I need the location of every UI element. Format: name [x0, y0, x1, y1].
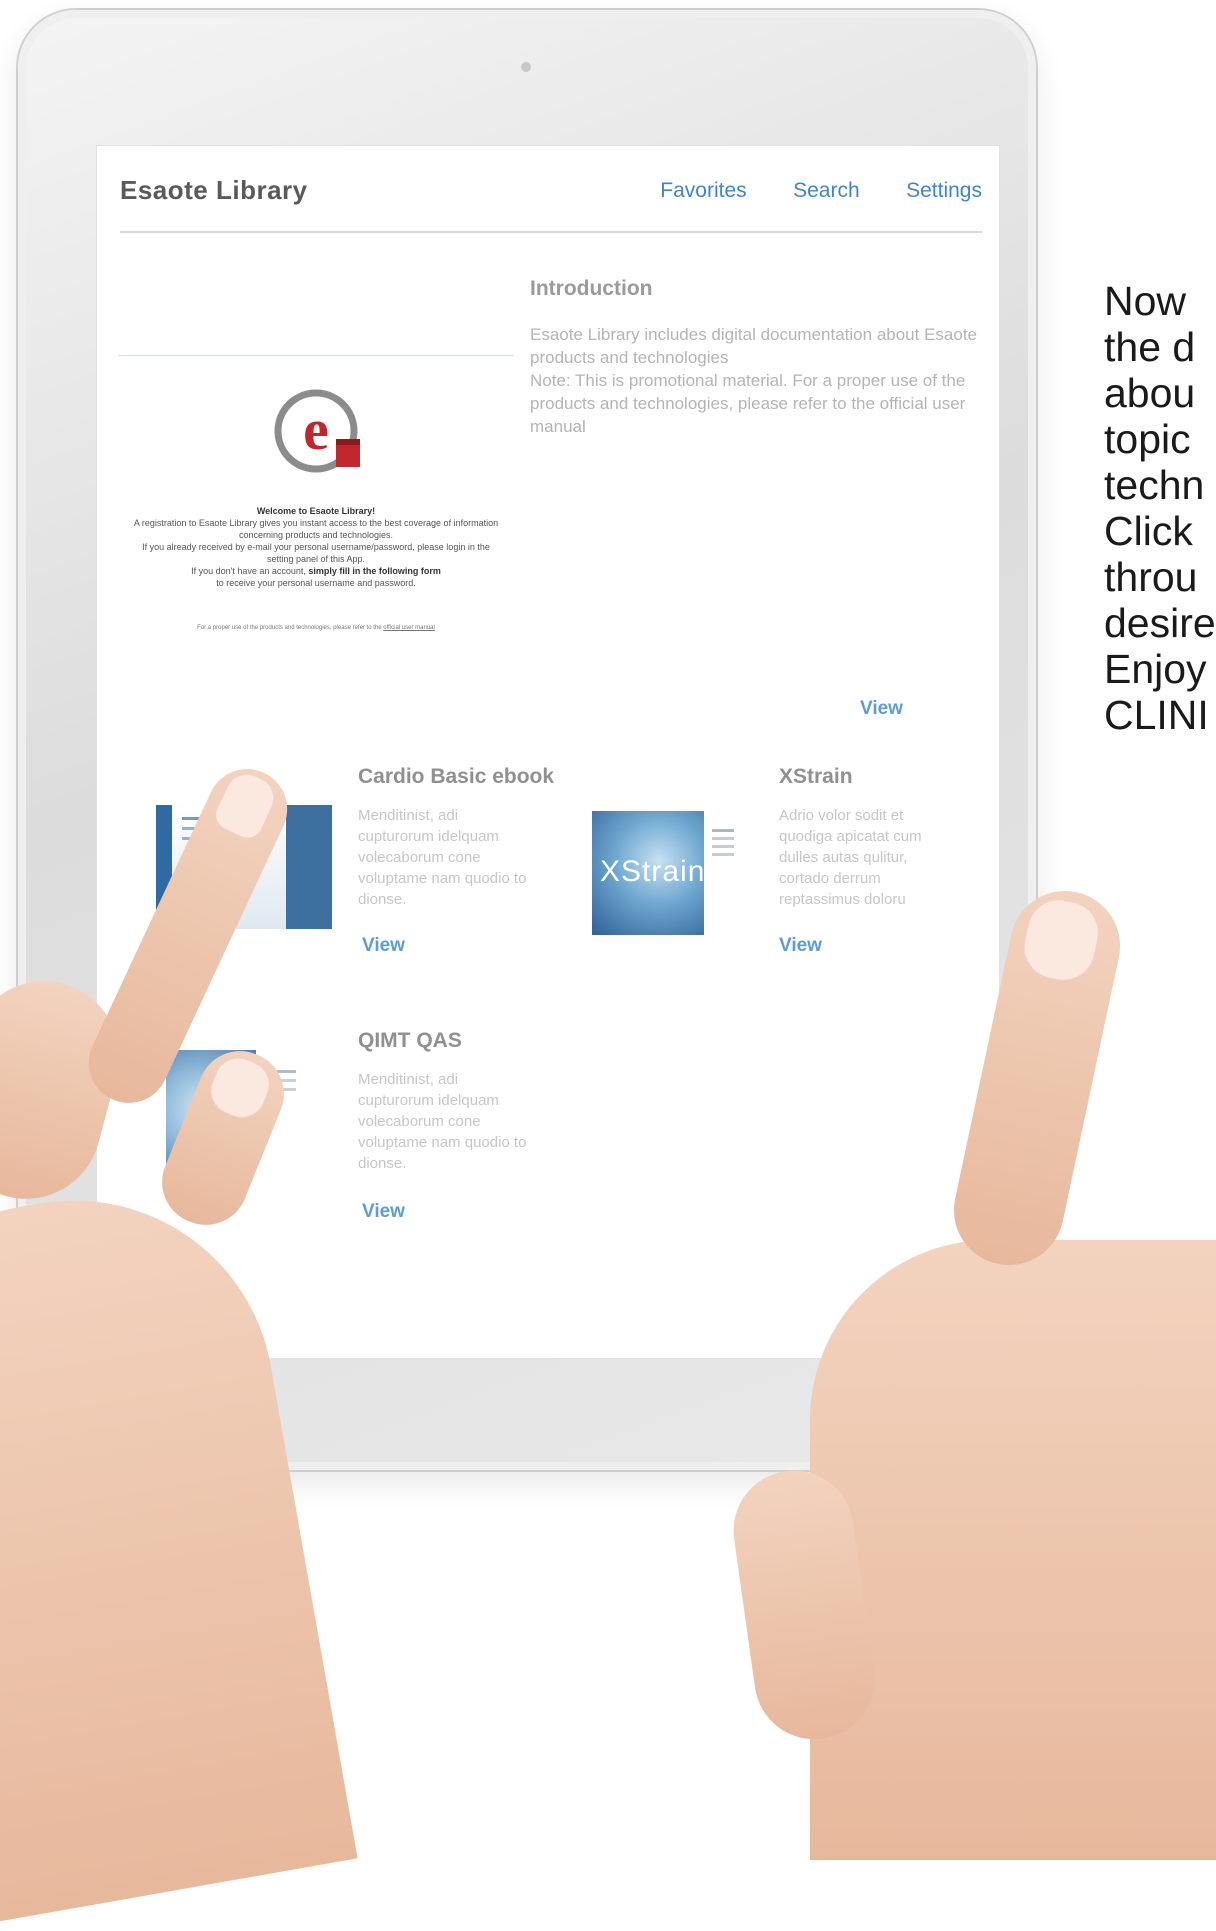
side-line: the d	[1104, 324, 1196, 370]
welcome-divider	[118, 355, 514, 356]
thumbnail-nail	[203, 1050, 277, 1126]
intro-title: Introduction	[530, 277, 653, 300]
cardio-desc: Menditinist, adi cupturorum idelquam vol…	[358, 807, 527, 908]
welcome-line-2: If you already received by e-mail your p…	[142, 542, 490, 564]
xstrain-cover: XStrain	[592, 811, 704, 935]
xstrain-desc: Adrio volor sodit et quodiga apicatat cu…	[779, 807, 922, 908]
right-thumb-nail	[1017, 893, 1105, 987]
side-line: Click	[1104, 508, 1193, 554]
cardio-title: Cardio Basic ebook	[358, 765, 555, 788]
app-logo: Esaote Library	[120, 175, 308, 206]
qimt-view-link[interactable]: View	[362, 1201, 405, 1223]
xstrain-title: XStrain	[779, 765, 853, 788]
side-line: abou	[1104, 370, 1196, 416]
qimt-desc: Menditinist, adi cupturorum idelquam vol…	[358, 1071, 527, 1172]
top-nav: Favorites Search Settings	[618, 179, 982, 203]
side-line: throu	[1104, 554, 1198, 600]
welcome-line-1: A registration to Esaote Library gives y…	[133, 518, 499, 540]
side-line: desire	[1104, 600, 1216, 646]
camera-icon	[521, 62, 531, 72]
svg-text:e: e	[303, 397, 329, 462]
xstrain-cover-label: XStrain	[600, 855, 706, 888]
cardio-view-link[interactable]: View	[362, 935, 405, 957]
side-line: techn	[1104, 462, 1205, 508]
intro-text: Esaote Library includes digital document…	[530, 325, 978, 436]
header-divider	[120, 231, 982, 233]
xstrain-view-link[interactable]: View	[779, 935, 822, 957]
welcome-heading: Welcome to Esaote Library!	[256, 506, 376, 516]
welcome-footer: For a proper use of the products and tec…	[128, 625, 504, 631]
cardio-cover-sidebar	[286, 805, 332, 929]
side-marketing-text: Now the d abou topic techn Click throu d…	[1104, 278, 1216, 738]
nav-favorites[interactable]: Favorites	[660, 179, 746, 202]
side-line: Enjoy	[1104, 646, 1207, 692]
welcome-line-3: If you don't have an account,	[191, 566, 309, 576]
welcome-line-4: to receive your personal username and pa…	[216, 578, 416, 588]
welcome-footer-text: For a proper use of the products and tec…	[197, 625, 384, 631]
xstrain-thumbnail[interactable]: XStrain	[592, 811, 772, 935]
nav-settings[interactable]: Settings	[906, 179, 982, 202]
welcome-panel: e Welcome to Esaote Library! A registrat…	[118, 355, 516, 655]
app-header: Esaote Library Favorites Search Settings	[120, 175, 982, 217]
side-line: CLINI	[1104, 692, 1209, 738]
user-manual-link[interactable]: official user manual	[383, 625, 435, 631]
intro-view-link[interactable]: View	[860, 698, 903, 720]
right-hand-palm	[810, 1240, 1216, 1860]
esaote-e-logo-icon: e	[274, 389, 360, 473]
nav-search[interactable]: Search	[793, 179, 860, 202]
welcome-message: Welcome to Esaote Library! A registratio…	[128, 505, 504, 589]
side-line: topic	[1104, 416, 1191, 462]
side-line: Now	[1104, 278, 1187, 324]
registration-form-link[interactable]: simply fill in the following form	[308, 566, 441, 576]
xstrain-cover-lines	[712, 829, 734, 832]
app-logo-text: Esaote Library	[120, 175, 308, 205]
fingernail	[209, 766, 282, 844]
qimt-title: QIMT QAS	[358, 1029, 462, 1052]
